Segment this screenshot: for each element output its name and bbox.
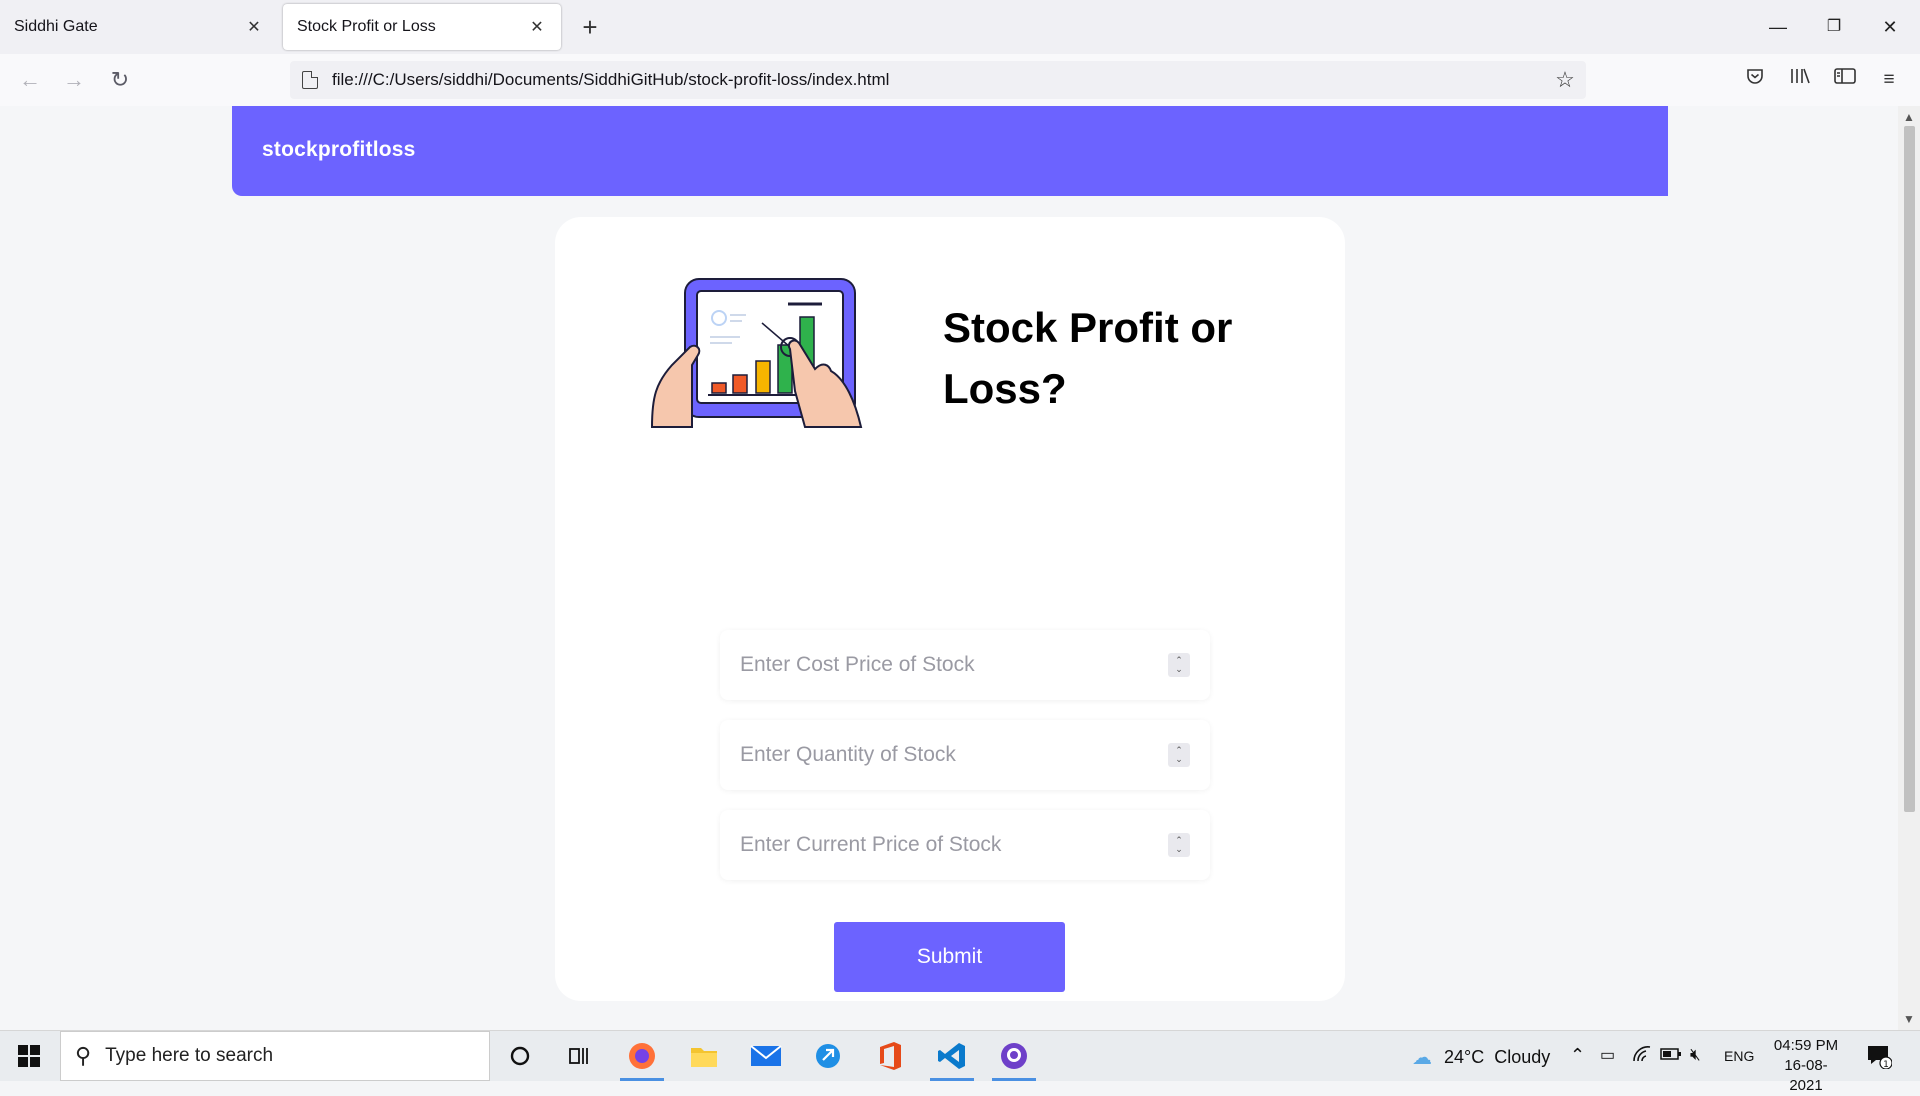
current-price-field: ⌃⌄	[720, 810, 1210, 880]
cortana-icon[interactable]	[496, 1037, 544, 1075]
quantity-field: ⌃⌄	[720, 720, 1210, 790]
brand-logo[interactable]: stockprofitloss	[262, 138, 416, 162]
address-bar[interactable]: file:///C:/Users/siddhi/Documents/Siddhi…	[290, 61, 1586, 99]
scroll-up-icon[interactable]: ▲	[1902, 110, 1916, 124]
new-tab-icon[interactable]: +	[574, 11, 606, 43]
close-tab-icon[interactable]: ✕	[527, 17, 547, 37]
current-price-stepper[interactable]: ⌃ ⌄	[1168, 833, 1190, 857]
minimize-icon: —	[1769, 17, 1787, 37]
forward-arrow-icon[interactable]: →	[58, 64, 90, 96]
tab-title: Siddhi Gate	[14, 18, 98, 35]
page-icon	[302, 71, 318, 89]
github-desktop-icon[interactable]	[990, 1037, 1038, 1081]
library-icon[interactable]	[1785, 66, 1815, 94]
notification-icon[interactable]: 1	[1866, 1043, 1893, 1074]
close-window-button[interactable]: ✕	[1870, 10, 1910, 44]
cost-price-input[interactable]	[720, 653, 1168, 677]
tab-title: Stock Profit or Loss	[297, 18, 436, 35]
clock-date: 16-08-2021	[1784, 1057, 1828, 1094]
quantity-stepper[interactable]: ⌃ ⌄	[1168, 743, 1190, 767]
site-header: stockprofitloss	[232, 106, 1668, 196]
weather-text: 24°C Cloudy	[1444, 1047, 1551, 1067]
chevron-down-icon[interactable]: ⌄	[1175, 845, 1183, 854]
submit-button[interactable]: Submit	[834, 922, 1065, 992]
page-title-line-2: Loss?	[943, 365, 1067, 412]
language-indicator[interactable]: ENG	[1724, 1048, 1754, 1064]
calculator-card: Stock Profit or Loss? ⌃⌄ ⌃⌄ ⌃⌄ Submit	[555, 217, 1345, 1001]
weather-widget[interactable]: ☁ 24°C Cloudy	[1412, 1045, 1550, 1070]
windows-taskbar: ⚲ Type here to search ☁ 24°C Cloudy ⌃ ▭ …	[0, 1030, 1920, 1081]
vscode-icon[interactable]	[928, 1037, 976, 1081]
tab-siddhi-gate[interactable]: Siddhi Gate ✕	[0, 4, 278, 50]
windows-start-icon[interactable]	[18, 1045, 40, 1067]
sidebar-icon[interactable]	[1830, 66, 1860, 94]
taskbar-search-box[interactable]: ⚲ Type here to search	[60, 1031, 490, 1081]
clock-time: 04:59 PM	[1773, 1037, 1839, 1054]
navigation-toolbar: ← → ↻ file:///C:/Users/siddhi/Documents/…	[0, 54, 1920, 107]
reload-icon[interactable]: ↻	[104, 64, 136, 96]
minimize-button[interactable]: —	[1758, 10, 1798, 44]
close-icon: ✕	[1882, 17, 1898, 37]
edge-icon[interactable]	[804, 1037, 852, 1075]
cost-price-field: ⌃⌄	[720, 630, 1210, 700]
url-text[interactable]: file:///C:/Users/siddhi/Documents/Siddhi…	[332, 70, 1550, 90]
battery-icon[interactable]	[1660, 1045, 1682, 1066]
cost-price-stepper[interactable]: ⌃ ⌄	[1168, 653, 1190, 677]
restore-button[interactable]: ❐	[1814, 10, 1854, 44]
current-price-input[interactable]	[720, 833, 1168, 857]
chevron-up-icon[interactable]: ⌃	[1570, 1045, 1585, 1066]
scroll-down-icon[interactable]: ▼	[1902, 1012, 1916, 1026]
mail-icon[interactable]	[742, 1037, 790, 1075]
restore-icon: ❐	[1826, 18, 1842, 35]
scroll-thumb[interactable]	[1904, 126, 1915, 812]
search-icon: ⚲	[75, 1043, 92, 1068]
firefox-icon[interactable]	[618, 1037, 666, 1081]
page-scrollbar[interactable]: ▲ ▼	[1898, 106, 1920, 1030]
close-tab-icon[interactable]: ✕	[244, 17, 264, 37]
page-viewport: stockprofitloss Stock Profit or Loss? En…	[0, 106, 1898, 1030]
office-icon[interactable]	[866, 1037, 914, 1075]
chevron-down-icon[interactable]: ⌄	[1175, 665, 1183, 674]
quantity-input[interactable]	[720, 743, 1168, 767]
back-arrow-icon[interactable]: ←	[14, 64, 46, 96]
page-title-line-1: Stock Profit or	[943, 304, 1233, 351]
tab-strip: Siddhi Gate ✕ Stock Profit or Loss ✕ + —…	[0, 0, 1920, 54]
chevron-down-icon[interactable]: ⌄	[1175, 755, 1183, 764]
notification-count: 1	[1883, 1060, 1889, 1069]
taskbar-search-placeholder: Type here to search	[105, 1045, 274, 1066]
wifi-icon[interactable]	[1632, 1045, 1652, 1068]
cloud-icon: ☁	[1412, 1047, 1432, 1069]
tablet-chart-illustration	[650, 278, 863, 428]
volume-muted-icon[interactable]: 🔇︎	[1690, 1045, 1701, 1065]
pocket-icon[interactable]	[1740, 66, 1770, 94]
meet-now-icon[interactable]: ▭	[1600, 1045, 1615, 1065]
file-explorer-icon[interactable]	[680, 1037, 728, 1075]
page-title: Stock Profit or Loss?	[943, 297, 1273, 419]
task-view-icon[interactable]	[556, 1037, 604, 1075]
tab-stock-profit-or-loss[interactable]: Stock Profit or Loss ✕	[283, 4, 561, 50]
bookmark-star-icon[interactable]: ☆	[1550, 67, 1580, 93]
taskbar-clock[interactable]: 04:59 PM 16-08-2021	[1770, 1036, 1842, 1096]
menu-icon[interactable]: ≡	[1874, 66, 1904, 94]
